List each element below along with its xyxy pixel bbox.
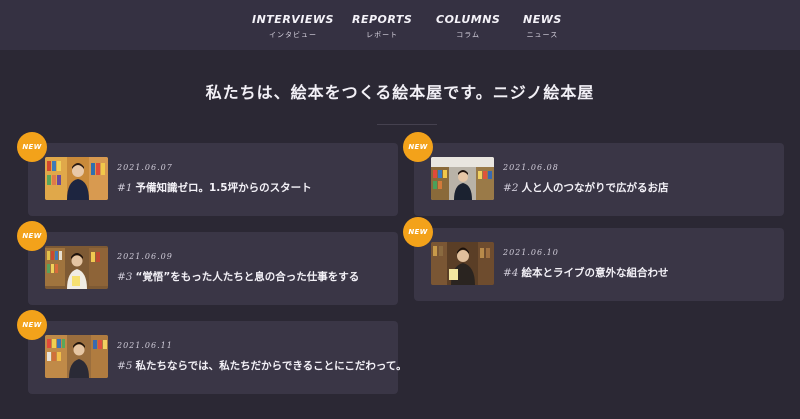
- article-title-text: “覚悟”をもった人たちと息の合った仕事をする: [135, 271, 360, 283]
- nav-label-en: NEWS: [523, 13, 562, 26]
- nav-item-news[interactable]: NEWS ニュース: [523, 0, 562, 40]
- article-card-3[interactable]: 2021.06.09 #3 “覚悟”をもった人たちと息の合った仕事をする: [28, 232, 398, 305]
- article-number: #1: [117, 182, 133, 194]
- nav-label-jp: ニュース: [526, 31, 559, 39]
- article-date: 2021.06.11: [117, 341, 173, 350]
- article-title: #1 予備知識ゼロ。1.5坪からのスタート: [117, 180, 312, 195]
- article-number: #5: [117, 360, 133, 372]
- article-title-text: 絵本とライブの意外な組合わせ: [521, 267, 669, 279]
- new-badge: NEW: [403, 132, 433, 162]
- nav-label-en: INTERVIEWS: [252, 13, 334, 26]
- article-title: #3 “覚悟”をもった人たちと息の合った仕事をする: [117, 269, 359, 284]
- new-badge: NEW: [17, 132, 47, 162]
- article-date: 2021.06.09: [117, 252, 173, 261]
- article-card-4[interactable]: 2021.06.10 #4 絵本とライブの意外な組合わせ: [414, 228, 784, 301]
- article-date: 2021.06.07: [117, 163, 173, 172]
- article-title: #2 人と人のつながりで広がるお店: [503, 180, 668, 195]
- article-title: #4 絵本とライブの意外な組合わせ: [503, 265, 668, 280]
- nav-item-reports[interactable]: REPORTS レポート: [352, 0, 412, 40]
- article-number: #3: [117, 271, 133, 283]
- article-thumbnail: [431, 242, 494, 285]
- nav-item-columns[interactable]: COLUMNS コラム: [436, 0, 500, 40]
- new-badge: NEW: [17, 221, 47, 251]
- article-title-text: 予備知識ゼロ。1.5坪からのスタート: [135, 182, 312, 194]
- article-thumbnail: [45, 157, 108, 200]
- article-card-1[interactable]: 2021.06.07 #1 予備知識ゼロ。1.5坪からのスタート: [28, 143, 398, 216]
- nav-label-jp: レポート: [366, 31, 399, 39]
- article-thumbnail: [45, 246, 108, 289]
- article-thumbnail: [431, 157, 494, 200]
- article-date: 2021.06.08: [503, 163, 559, 172]
- article-date: 2021.06.10: [503, 248, 559, 257]
- article-title: #5 私たちならでは、私たちだからできることにこだわって。: [117, 358, 407, 373]
- page-tagline: 私たちは、絵本をつくる絵本屋です。ニジノ絵本屋: [205, 83, 595, 102]
- nav-label-en: COLUMNS: [436, 13, 501, 26]
- article-card-2[interactable]: 2021.06.08 #2 人と人のつながりで広がるお店: [414, 143, 784, 216]
- nav-label-jp: コラム: [456, 31, 481, 39]
- nav-label-jp: インタビュー: [268, 31, 317, 39]
- article-title-text: 私たちならでは、私たちだからできることにこだわって。: [135, 360, 407, 372]
- new-badge: NEW: [17, 310, 47, 340]
- nav-item-interviews[interactable]: INTERVIEWS インタビュー: [252, 0, 334, 40]
- article-card-5[interactable]: 2021.06.11 #5 私たちならでは、私たちだからできることにこだわって。: [28, 321, 407, 394]
- article-number: #4: [503, 267, 519, 279]
- nav-label-en: REPORTS: [352, 13, 413, 26]
- new-badge: NEW: [403, 217, 433, 247]
- top-nav: INTERVIEWS インタビュー REPORTS レポート COLUMNS コ…: [0, 0, 800, 50]
- article-title-text: 人と人のつながりで広がるお店: [521, 182, 669, 194]
- section-divider: [377, 124, 437, 125]
- article-thumbnail: [45, 335, 108, 378]
- article-number: #2: [503, 182, 519, 194]
